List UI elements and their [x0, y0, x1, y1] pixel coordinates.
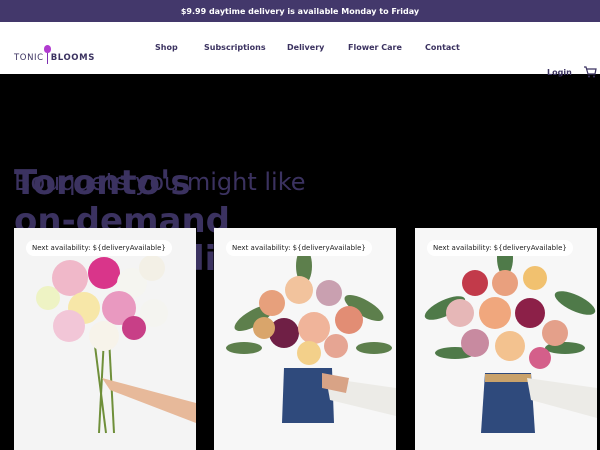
bouquet-image: [415, 228, 597, 450]
nav-subscriptions[interactable]: Subscriptions: [204, 43, 266, 52]
section-title: Bouquets you might like: [14, 168, 306, 196]
nav-delivery[interactable]: Delivery: [287, 43, 324, 52]
bouquet-image: [14, 228, 196, 450]
cart-icon[interactable]: [583, 66, 597, 78]
nav-shop[interactable]: Shop: [155, 43, 178, 52]
main-nav: Shop Subscriptions Delivery Flower Care …: [0, 43, 600, 57]
login-link[interactable]: Login: [547, 68, 572, 77]
availability-badge: Next availability: ${deliveryAvailable}: [26, 240, 172, 256]
product-card[interactable]: Next availability: ${deliveryAvailable}: [214, 228, 396, 450]
availability-badge: Next availability: ${deliveryAvailable}: [226, 240, 372, 256]
availability-badge: Next availability: ${deliveryAvailable}: [427, 240, 573, 256]
product-card[interactable]: Next availability: ${deliveryAvailable}: [415, 228, 597, 450]
nav-contact[interactable]: Contact: [425, 43, 460, 52]
nav-flower-care[interactable]: Flower Care: [348, 43, 402, 52]
bouquet-image: [214, 228, 396, 450]
promo-bar: $9.99 daytime delivery is available Mond…: [0, 0, 600, 22]
promo-text: $9.99 daytime delivery is available Mond…: [180, 6, 420, 16]
product-card[interactable]: Next availability: ${deliveryAvailable}: [14, 228, 196, 450]
